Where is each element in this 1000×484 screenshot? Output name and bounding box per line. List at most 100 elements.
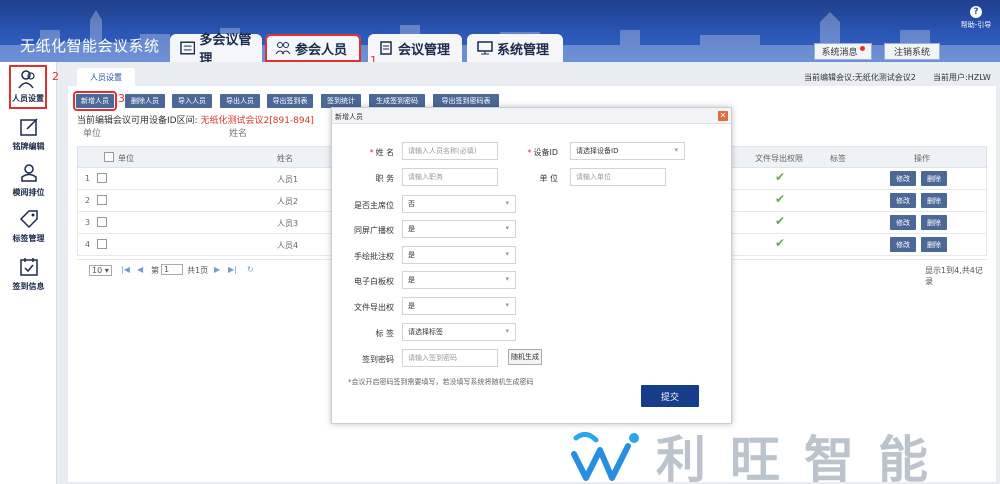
edit-button[interactable]: 修改 [890, 237, 916, 252]
random-generate-button[interactable]: 随机生成 [508, 349, 542, 365]
whiteboard-select[interactable]: 是 ▾ [402, 271, 516, 289]
system-message-label: 系统消息 [821, 48, 858, 58]
nav-tab-label: 参会人员 [295, 42, 348, 58]
row-checkbox[interactable] [97, 239, 107, 249]
generate-checkin-password-button[interactable]: 生成签到密码 [369, 94, 425, 108]
export-person-button[interactable]: 导出人员 [220, 94, 260, 108]
check-icon: ✔ [775, 170, 786, 184]
position-input[interactable]: 请输入职务 [402, 168, 498, 186]
sidebar-item-checkin-info[interactable]: 签到信息 [0, 252, 57, 298]
row-index: 3 [85, 218, 91, 227]
unit-label: 单 位 [539, 174, 558, 183]
first-page-icon[interactable]: |◀ [121, 265, 130, 274]
company-watermark: 利旺智能 [566, 418, 1000, 484]
annotation-marker-1: 1 [370, 54, 377, 62]
col-file-export: 文件导出权限 [755, 154, 803, 163]
delete-button[interactable]: 删除 [921, 237, 947, 252]
export-checkin-table-button[interactable]: 导出签到表 [267, 94, 313, 108]
row-name: 人员1 [277, 175, 299, 184]
row-checkbox[interactable] [97, 173, 107, 183]
broadcast-select[interactable]: 是 ▾ [402, 220, 516, 238]
last-page-icon[interactable]: ▶| [228, 265, 237, 274]
delete-button[interactable]: 删除 [921, 171, 947, 186]
col-unit: 单位 [118, 154, 134, 163]
next-page-icon[interactable]: ▶ [214, 265, 220, 274]
password-input[interactable]: 请输入签到密码 [402, 349, 498, 367]
company-logo-icon [571, 432, 639, 481]
device-id-select[interactable]: 请选择设备ID ▾ [570, 142, 685, 160]
help-icon: ? [970, 6, 982, 18]
calendar-check-icon [19, 258, 38, 276]
select-all-checkbox[interactable] [104, 152, 114, 162]
page-total: 共1页 [187, 266, 209, 275]
name-label: * 姓 名 [369, 148, 394, 157]
edit-button[interactable]: 修改 [890, 215, 916, 230]
help-button[interactable]: ? 帮助-引导 [954, 6, 998, 30]
delete-button[interactable]: 删除 [921, 215, 947, 230]
nav-tab-system-manage[interactable]: 系统管理 [467, 34, 563, 62]
password-hint: *会议开启密码签到需要填写，若没填写系统将随机生成密码 [348, 378, 534, 386]
delete-person-button[interactable]: 删除人员 [125, 94, 165, 108]
row-name: 人员4 [277, 241, 299, 250]
unit-input[interactable]: 请输入单位 [570, 168, 666, 186]
sidebar-item-person-settings[interactable]: 人员设置 [8, 64, 48, 110]
export-password-table-button[interactable]: 导出签到密码表 [433, 94, 499, 108]
row-index: 2 [85, 196, 91, 205]
close-icon[interactable]: ✕ [718, 111, 728, 121]
check-icon: ✔ [775, 214, 786, 228]
dialog-title: 新增人员 [335, 113, 363, 121]
checkin-stats-button[interactable]: 签到统计 [321, 94, 361, 108]
add-person-dialog: 新增人员 ✕ * 姓 名 请输入人员名称(必填) * 设备ID 请选择设备ID ▾ 职… [331, 107, 732, 424]
row-name: 人员3 [277, 219, 299, 228]
check-icon: ✔ [775, 236, 786, 250]
tag-icon [19, 210, 38, 229]
sidebar-item-seating[interactable]: 模阅排位 [0, 158, 57, 204]
sub-tab-person-settings[interactable]: 人员设置 [77, 68, 135, 86]
nav-tab-label: 会议管理 [398, 42, 451, 58]
tag-select[interactable]: 请选择标签 ▾ [402, 323, 516, 341]
sidebar-item-label: 铭牌编辑 [12, 142, 45, 151]
nav-tab-multi-meeting[interactable]: 多会议管理 [170, 33, 262, 62]
person-icon [18, 70, 35, 89]
app-title: 无纸化智能会议系统 [20, 37, 160, 55]
top-header: 无纸化智能会议系统 多会议管理 参会人员 会议管理 系统管理 1 系统消息 注销… [0, 0, 1000, 62]
name-input[interactable]: 请输入人员名称(必填) [402, 142, 498, 160]
sidebar-item-nameplate-edit[interactable]: 铭牌编辑 [0, 112, 57, 158]
import-person-button[interactable]: 导入人员 [172, 94, 212, 108]
annotation-marker-3: 3 [118, 92, 125, 105]
sidebar-item-tag-manage[interactable]: 标签管理 [0, 204, 57, 250]
system-message-button[interactable]: 系统消息 [814, 43, 872, 60]
delete-button[interactable]: 删除 [921, 193, 947, 208]
people-icon [275, 42, 291, 55]
whiteboard-label: 电子白板权 [354, 277, 394, 286]
edit-icon [19, 118, 38, 136]
prev-page-icon[interactable]: ◀ [137, 265, 143, 274]
page-number-input[interactable]: 1 [161, 264, 183, 275]
filter-name-label[interactable]: 姓名 [229, 126, 247, 139]
row-checkbox[interactable] [97, 195, 107, 205]
filter-unit-label[interactable]: 单位 [83, 126, 101, 139]
sidebar: 人员设置 铭牌编辑 模阅排位 标签管理 签到信息 [0, 62, 57, 484]
edit-button[interactable]: 修改 [890, 171, 916, 186]
edit-button[interactable]: 修改 [890, 193, 916, 208]
device-note-label: 当前编辑会议可用设备ID区间: [77, 116, 198, 126]
nav-tab-meeting-manage[interactable]: 会议管理 [368, 34, 462, 62]
refresh-icon[interactable]: ↻ [247, 265, 254, 274]
row-index: 4 [85, 240, 91, 249]
logout-button[interactable]: 注销系统 [884, 43, 940, 60]
dialog-header: 新增人员 ✕ [332, 108, 731, 124]
col-tag: 标签 [830, 154, 846, 163]
submit-button[interactable]: 提交 [641, 385, 699, 407]
file-export-select[interactable]: 是 ▾ [402, 297, 516, 315]
page-size-select[interactable]: 10 ▾ [89, 265, 112, 276]
sidebar-item-label: 标签管理 [12, 234, 45, 243]
annotation-marker-2: 2 [52, 70, 59, 83]
chair-select[interactable]: 否 ▾ [402, 195, 516, 213]
device-id-label: * 设备ID [527, 148, 558, 157]
nav-tab-attendees[interactable]: 参会人员 [265, 34, 361, 62]
row-checkbox[interactable] [97, 217, 107, 227]
annotate-select[interactable]: 是 ▾ [402, 246, 516, 264]
seat-person-icon [20, 164, 37, 182]
add-person-button[interactable]: 新增人员 [73, 91, 117, 111]
tag-label: 标 签 [375, 329, 394, 338]
